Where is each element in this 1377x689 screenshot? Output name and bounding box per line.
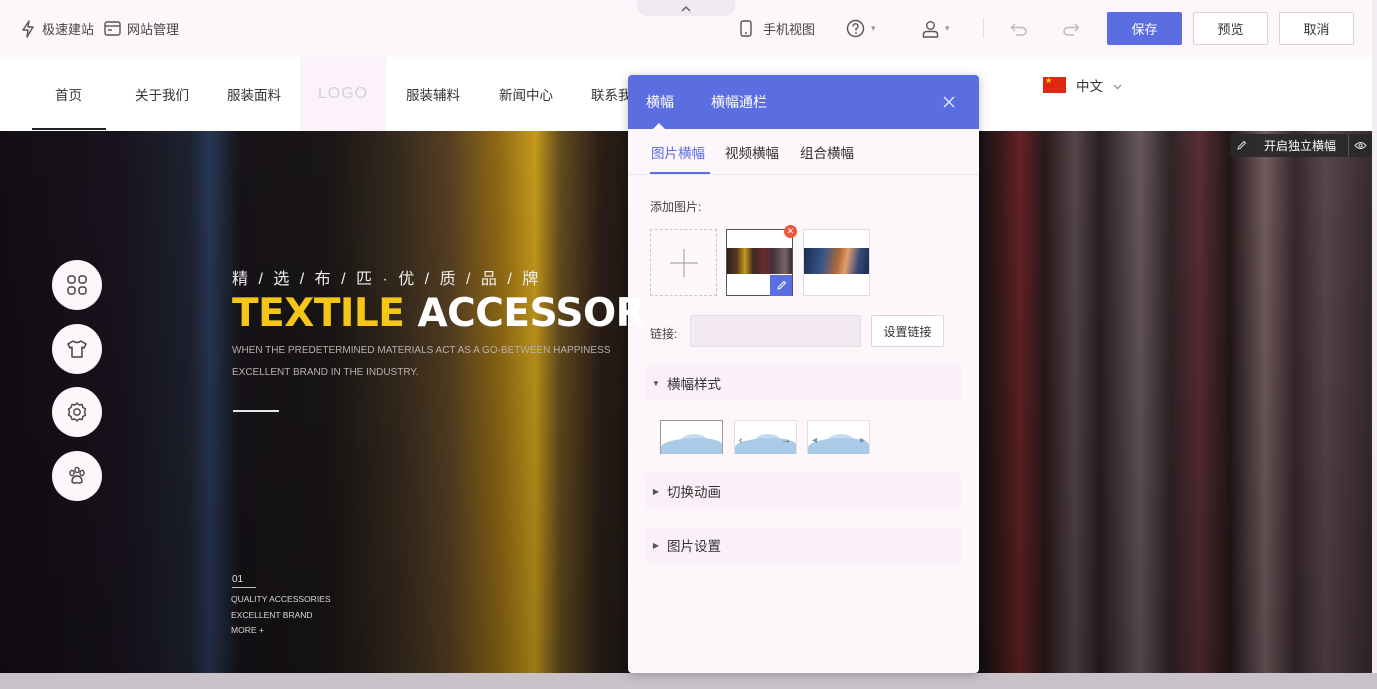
banner-subtitle-line-2: EXCELLENT BRAND IN THE INDUSTRY. xyxy=(232,367,419,378)
banner-caption-line-2: EXCELLENT BRAND xyxy=(231,610,313,620)
nav-active-indicator xyxy=(32,128,106,130)
caret-down-icon: ▾ xyxy=(945,23,950,33)
tab-banner-full-width[interactable]: 横幅通栏 xyxy=(711,75,767,129)
eye-icon[interactable] xyxy=(1348,134,1372,157)
nav-item-contact[interactable]: 联系我 xyxy=(591,57,632,131)
quick-build-button[interactable]: 极速建站 xyxy=(20,0,94,57)
nav-item-accessories[interactable]: 服装辅料 xyxy=(406,57,460,131)
banner-caption-line-1: QUALITY ACCESSORIES xyxy=(231,594,331,604)
page-scrollbar[interactable] xyxy=(1372,0,1377,673)
nav-item-fabrics[interactable]: 服装面料 xyxy=(227,57,281,131)
site-manage-label: 网站管理 xyxy=(127,22,180,37)
undo-icon xyxy=(1010,23,1027,36)
panel-header: 横幅 横幅通栏 xyxy=(628,75,979,129)
toolbar-divider xyxy=(983,18,984,38)
account-dropdown[interactable]: ▾ xyxy=(922,0,950,57)
page-bottom-strip xyxy=(0,673,1377,689)
headline-part-2: ACCESSOR xyxy=(417,291,646,336)
caret-down-icon: ▾ xyxy=(871,23,876,33)
quick-build-label: 极速建站 xyxy=(42,22,95,37)
redo-icon xyxy=(1063,23,1080,36)
browser-window-icon xyxy=(104,21,121,36)
help-dropdown[interactable]: ▾ xyxy=(846,0,876,57)
language-selector[interactable]: 中文 xyxy=(1043,75,1122,95)
nav-item-news[interactable]: 新闻中心 xyxy=(499,57,553,131)
independent-banner-toggle[interactable]: 开启独立横幅 xyxy=(1230,134,1372,157)
headline-part-1: TEXTILE xyxy=(232,291,405,336)
help-circle-icon xyxy=(846,19,865,38)
paw-icon[interactable] xyxy=(52,451,102,501)
user-icon xyxy=(922,20,939,38)
independent-banner-label: 开启独立横幅 xyxy=(1263,139,1336,153)
cancel-button[interactable]: 取消 xyxy=(1279,12,1354,45)
mobile-view-label: 手机视图 xyxy=(763,22,816,37)
site-logo-placeholder[interactable]: LOGO xyxy=(300,57,386,131)
slide-number: 01 xyxy=(232,574,256,588)
mobile-phone-icon xyxy=(740,20,752,37)
collapse-toolbar-button[interactable] xyxy=(637,0,735,16)
gear-icon[interactable] xyxy=(52,387,102,437)
lightning-icon xyxy=(20,19,36,38)
language-label: 中文 xyxy=(1076,79,1103,94)
grid-icon[interactable] xyxy=(52,260,102,310)
editor-toolbar: 极速建站 网站管理 手机视图 ▾ ▾ 保存 预览 取消 xyxy=(0,0,1377,57)
tshirt-icon[interactable] xyxy=(52,324,102,374)
decorative-divider xyxy=(233,410,279,412)
site-manage-button[interactable]: 网站管理 xyxy=(104,0,179,57)
nav-item-home[interactable]: 首页 xyxy=(55,57,82,131)
pencil-icon xyxy=(1230,140,1252,151)
chevron-up-icon xyxy=(681,5,691,12)
china-flag-icon xyxy=(1043,76,1066,93)
undo-button[interactable] xyxy=(1010,0,1028,57)
banner-headline: TEXTILE ACCESSOR xyxy=(232,291,646,336)
banner-more-link[interactable]: MORE + xyxy=(231,625,264,635)
tab-banner[interactable]: 横幅 xyxy=(646,75,674,129)
preview-button[interactable]: 预览 xyxy=(1193,12,1268,45)
chevron-down-icon xyxy=(1113,78,1122,93)
close-icon[interactable] xyxy=(941,94,957,110)
save-button[interactable]: 保存 xyxy=(1107,12,1182,45)
nav-item-about[interactable]: 关于我们 xyxy=(135,57,189,131)
banner-subtitle-line-1: WHEN THE PREDETERMINED MATERIALS ACT AS … xyxy=(232,345,611,356)
hero-banner[interactable]: 精 / 选 / 布 / 匹 · 优 / 质 / 品 / 牌 TEXTILE AC… xyxy=(0,131,1372,673)
redo-button[interactable] xyxy=(1062,0,1080,57)
banner-slogan: 精 / 选 / 布 / 匹 · 优 / 质 / 品 / 牌 xyxy=(232,271,542,288)
mobile-view-button[interactable]: 手机视图 xyxy=(740,0,815,57)
